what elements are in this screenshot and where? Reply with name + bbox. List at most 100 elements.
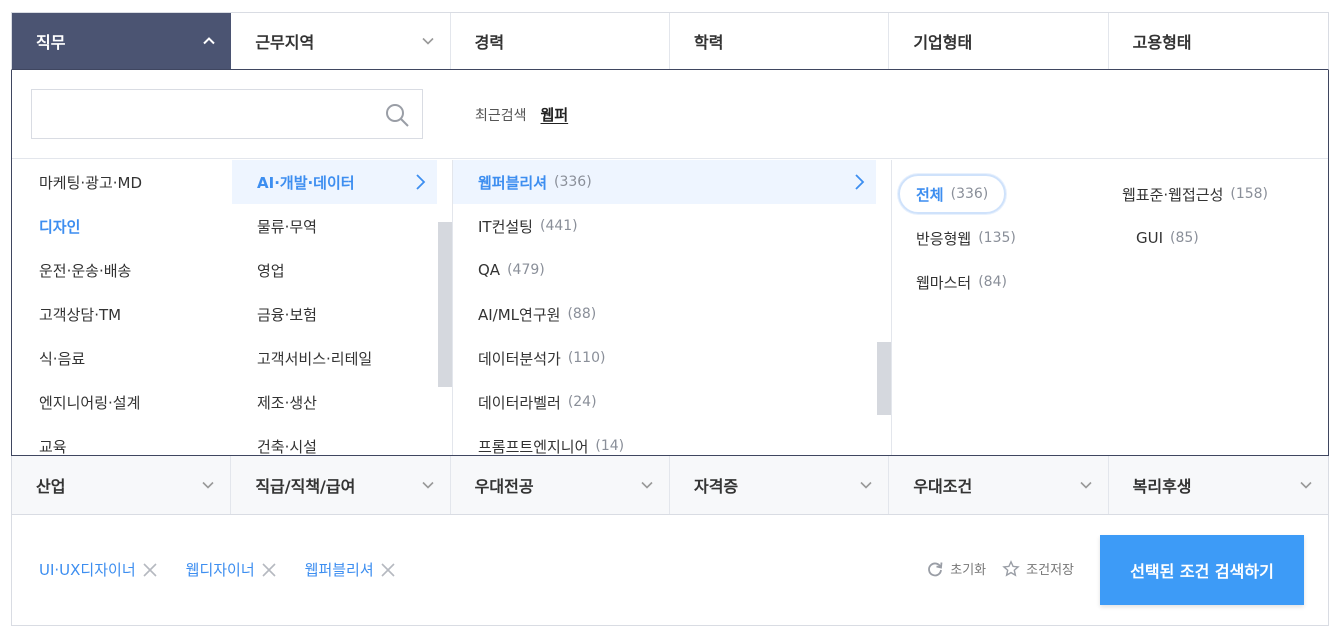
list-item[interactable]: 건축·시설 <box>232 424 452 456</box>
star-icon <box>1002 559 1020 577</box>
category-level3-list: 웹퍼블리셔 (336) IT컨설팅 (441) QA (479) AI/ML연구원 (8… <box>452 160 892 456</box>
list-item[interactable]: AI/ML연구원 (88) <box>453 292 891 336</box>
list-item[interactable]: AI·개발·데이터 <box>232 160 437 204</box>
category-level1-list: 마케팅·광고·MD 디자인 운전·운송·배송 고객상담·TM 식·음료 엔지니어… <box>12 160 232 456</box>
option-chip[interactable]: GUI (85) <box>1136 218 1199 258</box>
item-label: 데이터라벨러 <box>478 393 561 412</box>
filter-tab-bar: 직무 근무지역 경력 학력 기업형태 고용형태 <box>11 12 1329 70</box>
list-item[interactable]: 데이터라벨러 (24) <box>453 380 891 424</box>
tab-benefits[interactable]: 복리후생 <box>1109 456 1328 514</box>
list-item[interactable]: 식·음료 <box>12 336 232 380</box>
chevron-down-icon <box>420 477 436 493</box>
item-label: 물류·무역 <box>257 217 317 236</box>
category-level4-grid: 전체 (336) 웹표준·웹접근성 (158) 반응형웹 (135) GUI (85) … <box>892 160 1328 455</box>
scrollbar[interactable] <box>877 160 891 455</box>
save-conditions-button[interactable]: 조건저장 <box>1002 559 1074 578</box>
item-label: 마케팅·광고·MD <box>39 173 143 192</box>
tab-label: 자격증 <box>693 477 739 496</box>
refresh-icon <box>928 561 943 576</box>
option-chip[interactable]: 반응형웹 (135) <box>916 218 1016 258</box>
close-icon[interactable] <box>261 562 277 578</box>
list-item[interactable]: IT컨설팅 (441) <box>453 204 891 248</box>
item-label: 웹퍼블리셔 <box>478 173 548 192</box>
list-item[interactable]: 고객상담·TM <box>12 292 232 336</box>
list-item[interactable]: 제조·생산 <box>232 380 452 424</box>
list-item[interactable]: 데이터분석가 (110) <box>453 336 891 380</box>
tab-job[interactable]: 직무 <box>12 13 232 69</box>
tab-company-type[interactable]: 기업형태 <box>889 13 1109 69</box>
chip-label: UI·UX디자이너 <box>39 561 136 579</box>
item-label: 운전·운송·배송 <box>39 261 132 280</box>
item-label: 건축·시설 <box>257 437 317 456</box>
chevron-down-icon <box>639 477 655 493</box>
list-item[interactable]: 교육 <box>12 424 232 456</box>
item-count: (336) <box>554 174 592 190</box>
search-input[interactable] <box>32 90 372 138</box>
more-filters-bar: 산업 직급/직책/급여 우대전공 자격증 우대조건 복리후생 <box>11 456 1329 515</box>
list-item[interactable]: 운전·운송·배송 <box>12 248 232 292</box>
tab-rank-salary[interactable]: 직급/직책/급여 <box>231 456 451 514</box>
chip-label: 웹표준·웹접근성 <box>1122 185 1224 204</box>
item-label: 데이터분석가 <box>478 349 561 368</box>
chevron-up-icon <box>201 33 217 49</box>
tab-certificate[interactable]: 자격증 <box>670 456 890 514</box>
tab-region[interactable]: 근무지역 <box>231 13 451 69</box>
item-label: AI/ML연구원 <box>478 305 561 324</box>
scrollbar[interactable] <box>438 160 452 455</box>
item-label: AI·개발·데이터 <box>257 173 355 192</box>
tab-career[interactable]: 경력 <box>451 13 670 69</box>
list-item[interactable]: 엔지니어링·설계 <box>12 380 232 424</box>
recent-search-keyword[interactable]: 웹퍼 <box>541 104 569 125</box>
list-item[interactable]: 디자인 <box>12 204 232 248</box>
category-level2-list: AI·개발·데이터 물류·무역 영업 금융·보험 고객서비스·리테일 제조·생산… <box>232 160 452 456</box>
scrollbar-thumb[interactable] <box>438 222 452 387</box>
chevron-down-icon <box>420 33 436 49</box>
option-chip[interactable]: 웹표준·웹접근성 (158) <box>1122 174 1268 214</box>
item-count: (14) <box>595 438 625 454</box>
tab-industry[interactable]: 산업 <box>12 456 232 514</box>
tab-label: 경력 <box>474 33 505 52</box>
selected-conditions-footer: UI·UX디자이너 웹디자이너 웹퍼블리셔 초기화 조건저장 선택된 조건 검색… <box>11 515 1329 626</box>
option-chip[interactable]: 웹마스터 (84) <box>916 262 1007 302</box>
list-item[interactable]: 금융·보험 <box>232 292 452 336</box>
tab-label: 우대전공 <box>474 477 534 496</box>
chip-label: 전체 <box>916 185 944 204</box>
list-item[interactable]: 웹퍼블리셔 (336) <box>453 160 876 204</box>
search-submit-button[interactable]: 선택된 조건 검색하기 <box>1100 535 1304 605</box>
scrollbar-thumb[interactable] <box>877 342 891 415</box>
reset-button[interactable]: 초기화 <box>926 559 986 578</box>
tab-label: 복리후생 <box>1132 477 1192 496</box>
chevron-right-icon <box>852 173 866 191</box>
tab-preferred-major[interactable]: 우대전공 <box>451 456 670 514</box>
chevron-right-icon <box>413 173 427 191</box>
chevron-down-icon <box>200 477 216 493</box>
list-item[interactable]: 프롬프트엔지니어 (14) <box>453 424 891 456</box>
search-icon[interactable] <box>384 102 410 128</box>
list-item[interactable]: 물류·무역 <box>232 204 452 248</box>
list-item[interactable]: 영업 <box>232 248 452 292</box>
list-item[interactable]: 고객서비스·리테일 <box>232 336 452 380</box>
chip-count: (135) <box>978 230 1016 246</box>
tab-label: 학력 <box>693 33 724 52</box>
selected-chip: 웹디자이너 <box>186 559 277 580</box>
tab-label: 직급/직책/급여 <box>255 477 356 496</box>
option-chip[interactable]: 전체 (336) <box>898 174 1007 214</box>
list-item[interactable]: 마케팅·광고·MD <box>12 160 232 204</box>
close-icon[interactable] <box>380 562 396 578</box>
chevron-down-icon <box>1078 477 1094 493</box>
tab-preferred-conditions[interactable]: 우대조건 <box>889 456 1109 514</box>
chip-count: (84) <box>978 274 1007 290</box>
item-label: 금융·보험 <box>257 305 317 324</box>
item-count: (479) <box>507 262 545 278</box>
tab-education[interactable]: 학력 <box>670 13 890 69</box>
tab-label: 우대조건 <box>913 477 973 496</box>
recent-search: 최근검색 웹퍼 <box>475 104 568 125</box>
selected-chip: UI·UX디자이너 <box>39 559 158 580</box>
close-icon[interactable] <box>142 562 158 578</box>
selected-chip-list: UI·UX디자이너 웹디자이너 웹퍼블리셔 <box>39 559 396 580</box>
chevron-down-icon <box>858 477 874 493</box>
list-item[interactable]: QA (479) <box>453 248 891 292</box>
tab-employment-type[interactable]: 고용형태 <box>1109 13 1328 69</box>
chip-label: 웹퍼블리셔 <box>304 561 374 579</box>
item-count: (110) <box>567 350 606 366</box>
